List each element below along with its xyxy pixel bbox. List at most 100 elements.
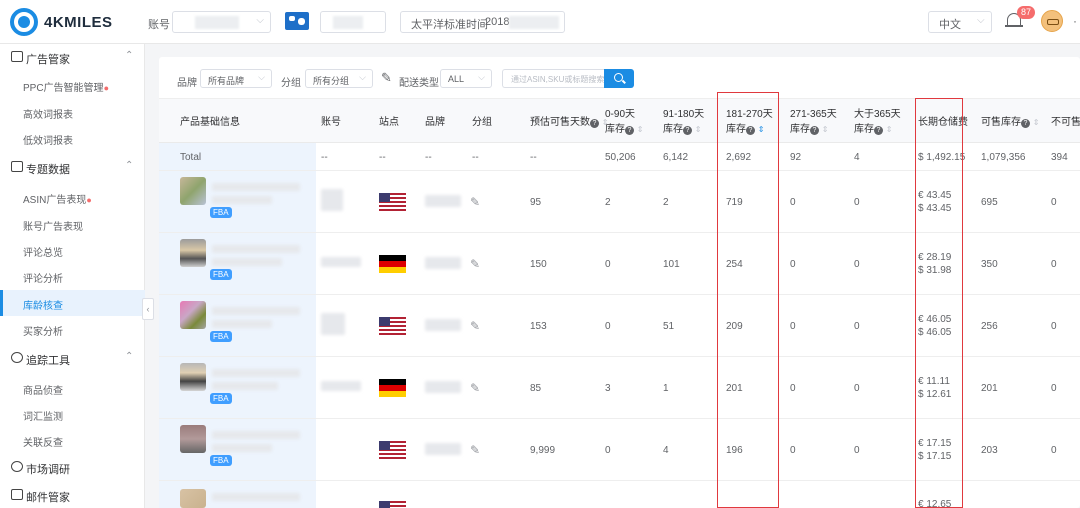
table-row[interactable]: € 12.65 [159, 481, 1080, 508]
col-est-days[interactable]: 预估可售天数? ⇕ [530, 115, 608, 130]
world-map-icon[interactable] [285, 12, 309, 30]
search-input[interactable]: 通过ASIN,SKU或标题搜索 [502, 69, 604, 88]
d365: 0 [854, 383, 860, 394]
product-title-blurred [212, 307, 300, 315]
avatar[interactable] [1041, 10, 1063, 32]
product-thumbnail[interactable] [180, 489, 206, 508]
edit-group-icon[interactable]: ✎ [381, 70, 392, 86]
sidebar-item-label: 关联反查 [23, 438, 63, 449]
total-brand: -- [425, 152, 432, 163]
sellable: 201 [981, 383, 998, 394]
edit-icon[interactable]: ✎ [470, 319, 480, 333]
search-button[interactable] [604, 69, 634, 88]
est-days: 153 [530, 321, 547, 332]
col-d0-90-line2: 库存 [605, 124, 625, 135]
col-d91-180[interactable]: 91-180天 库存? ⇕ [663, 107, 704, 137]
sidebar-item-low-efficiency[interactable]: 低效词报表 [0, 125, 145, 151]
timezone-date-picker[interactable]: 太平洋标准时间 ⌵ 2018 [400, 11, 565, 33]
product-thumbnail[interactable] [180, 425, 206, 453]
product-thumbnail[interactable] [180, 239, 206, 267]
total-unsellable: 394 [1051, 152, 1068, 163]
help-icon: ? [625, 126, 634, 135]
table-row[interactable]: FBA ✎ 85 3 1 201 0 0 € 11.11 $ 12.61 201… [159, 357, 1080, 419]
col-sellable[interactable]: 可售库存? ⇕ [981, 115, 1039, 130]
sidebar-group-market-research[interactable]: 市场调研 [0, 457, 145, 479]
col-brand: 品牌 [425, 117, 445, 128]
sidebar-item-review-analysis[interactable]: 评论分析 [0, 263, 145, 289]
more-icon[interactable]: · [1073, 14, 1077, 28]
col-d181-270[interactable]: 181-270天 库存? ⇕ [726, 107, 773, 137]
sidebar-group-topic-data[interactable]: 专题数据 ⌃ [0, 157, 145, 179]
edit-icon[interactable]: ✎ [470, 195, 480, 209]
marketplace-select[interactable] [320, 11, 386, 33]
group-filter-select[interactable]: 所有分组 ⌵ [305, 69, 373, 88]
brand-blurred [425, 257, 461, 269]
d271-365: 0 [790, 321, 796, 332]
edit-icon[interactable]: ✎ [470, 443, 480, 457]
edit-icon[interactable]: ✎ [470, 257, 480, 271]
col-d271-365[interactable]: 271-365天 库存? ⇕ [790, 107, 837, 137]
sidebar-group-mail-manager[interactable]: 邮件管家 [0, 485, 145, 507]
product-thumbnail[interactable] [180, 177, 206, 205]
d271-365: 0 [790, 197, 796, 208]
ship-type-select[interactable]: ALL ⌵ [440, 69, 492, 88]
brand-blurred [425, 319, 461, 331]
de-flag-icon [379, 255, 406, 273]
sidebar-item-account-ad[interactable]: 账号广告表现 [0, 211, 145, 237]
account-blurred [321, 313, 345, 335]
col-d0-90[interactable]: 0-90天 库存? ⇕ [605, 107, 643, 137]
col-d365[interactable]: 大于365天 库存? ⇕ [854, 107, 901, 137]
sidebar-collapse-button[interactable]: ‹ [142, 298, 154, 320]
lt-fee-usd: $ 31.98 [918, 265, 952, 276]
product-thumbnail[interactable] [180, 363, 206, 391]
lt-fee-eur: € 28.19 [918, 252, 952, 263]
d0-90: 0 [605, 321, 611, 332]
table-row[interactable]: FBA ✎ 150 0 101 254 0 0 € 28.19 $ 31.98 … [159, 233, 1080, 295]
sidebar-item-asin-ad[interactable]: ASIN广告表现● [0, 184, 145, 210]
total-d271-365: 92 [790, 152, 802, 163]
sidebar-item-keyword-monitor[interactable]: 词汇监测 [0, 401, 145, 427]
d181-270: 196 [726, 445, 743, 456]
lt-fee-usd: $ 43.45 [918, 203, 952, 214]
sidebar-item-product-scout[interactable]: 商品侦查 [0, 375, 145, 401]
unsellable: 0 [1051, 259, 1057, 270]
language-select[interactable]: 中文 ⌵ [928, 11, 992, 33]
col-d181-270-line1: 181-270天 [726, 109, 773, 120]
sidebar-item-inventory-age[interactable]: 库龄核查 [0, 290, 145, 316]
account-select[interactable]: ⌵ [172, 11, 271, 33]
us-flag-icon [379, 317, 406, 335]
table-row[interactable]: FBA ✎ 95 2 2 719 0 0 € 43.45 $ 43.45 695… [159, 171, 1080, 233]
logo[interactable]: 4KMILES [10, 5, 130, 39]
unsellable: 0 [1051, 197, 1057, 208]
table-row[interactable]: FBA ✎ 153 0 51 209 0 0 € 46.05 $ 46.05 2… [159, 295, 1080, 357]
sidebar-group-tracking[interactable]: 追踪工具 ⌃ [0, 348, 145, 370]
marketplace-value-blurred [333, 16, 363, 29]
chevron-down-icon: ⌵ [359, 72, 366, 82]
lt-fee-eur: € 43.45 [918, 190, 952, 201]
total-lt-fee: $ 1,492.15 [918, 152, 966, 163]
table-row[interactable]: FBA ✎ 9,999 0 4 196 0 0 € 17.15 $ 17.15 … [159, 419, 1080, 481]
account-value-blurred [195, 16, 239, 29]
ship-type-value: ALL [448, 74, 465, 84]
fba-badge: FBA [210, 331, 232, 342]
sidebar-group-label: 邮件管家 [26, 492, 70, 504]
sidebar-item-reverse-lookup[interactable]: 关联反查 [0, 427, 145, 453]
total-d365: 4 [854, 152, 860, 163]
sidebar-item-review-overview[interactable]: 评论总览 [0, 237, 145, 263]
lt-fee-eur: € 12.65 [918, 499, 952, 508]
edit-icon[interactable]: ✎ [470, 381, 480, 395]
est-days: 9,999 [530, 445, 556, 456]
product-title-blurred [212, 369, 300, 377]
sidebar-item-high-efficiency[interactable]: 高效词报表 [0, 99, 145, 125]
product-thumbnail[interactable] [180, 301, 206, 329]
help-icon: ? [590, 119, 599, 128]
sidebar-group-ad-manager[interactable]: 广告管家 ⌃ [0, 47, 145, 69]
brand-filter-select[interactable]: 所有品牌 ⌵ [200, 69, 272, 88]
chevron-up-icon: ⌃ [125, 160, 134, 171]
sidebar-item-ppc[interactable]: PPC广告智能管理● [0, 72, 145, 98]
us-flag-icon [379, 501, 406, 508]
sidebar-item-buyer-analysis[interactable]: 买家分析 [0, 316, 145, 342]
product-title-blurred [212, 183, 300, 191]
total-group: -- [472, 152, 479, 163]
fire-icon: ● [86, 195, 92, 205]
